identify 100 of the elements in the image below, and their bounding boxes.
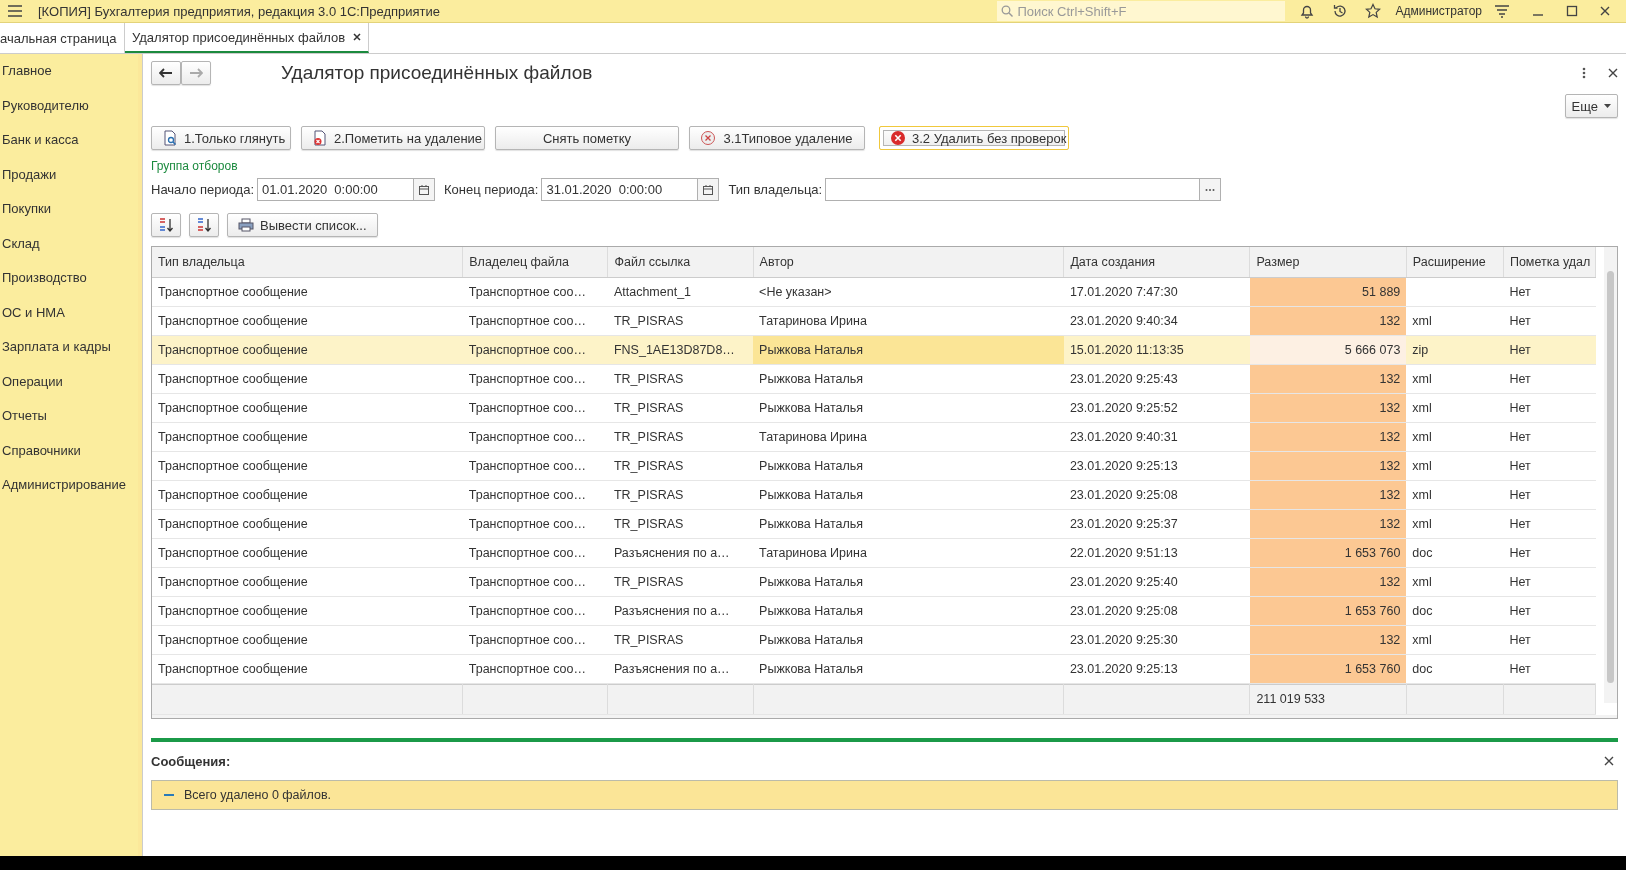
table-row[interactable]: Транспортное сообщение Транспортное соо… FNS_1AE13D87D8… Рыжкова Наталья 15.01.2020 11:13:35 5 666 073 zip Нет <box>152 335 1596 364</box>
table-row[interactable]: Транспортное сообщение Транспортное соо… TR_PISRAS Татаринова Ирина 23.01.2020 9:40:34 132 xml Нет <box>152 306 1596 335</box>
close-icon[interactable] <box>353 33 362 41</box>
settings-icon[interactable] <box>1494 4 1510 18</box>
table-row[interactable]: Транспортное сообщение Транспортное соо… TR_PISRAS Татаринова Ирина 23.01.2020 9:40:31 132 xml Нет <box>152 422 1596 451</box>
sort-button[interactable] <box>151 213 181 237</box>
tab[interactable]: ачальная страница <box>0 23 125 53</box>
sidebar-item[interactable]: Производство <box>0 268 138 303</box>
table-cell: Нет <box>1503 277 1596 306</box>
table-cell: 132 <box>1249 364 1407 393</box>
column-header[interactable]: Файл ссылка <box>607 247 754 277</box>
sidebar-item[interactable]: Администрирование <box>0 475 138 510</box>
table-cell: TR_PISRAS <box>607 480 754 509</box>
calendar-icon[interactable] <box>419 184 430 195</box>
ellipsis-icon[interactable] <box>1205 187 1216 192</box>
action-button[interactable]: 1.Только глянуть <box>151 126 291 150</box>
sort-button[interactable] <box>189 213 219 237</box>
back-button[interactable] <box>151 61 181 85</box>
tab[interactable]: Удалятор присоединённых файлов <box>125 23 370 53</box>
bell-icon[interactable] <box>1299 3 1316 19</box>
table-cell: Рыжкова Наталья <box>753 451 1064 480</box>
table-cell: 132 <box>1249 451 1407 480</box>
table-cell: Транспортное сообщение <box>152 277 463 306</box>
document-delete-icon <box>312 130 328 146</box>
close-icon[interactable] <box>1608 68 1618 78</box>
choice-field[interactable] <box>825 178 1222 201</box>
sidebar-item[interactable]: Отчеты <box>0 406 138 441</box>
table-row[interactable]: Транспортное сообщение Транспортное соо… Разъяснения по а… Рыжкова Наталья 23.01.2020 9:25:08 1 653 760 doc Нет <box>152 596 1596 625</box>
table-cell: doc <box>1406 538 1504 567</box>
action-button[interactable]: 2.Пометить на удаление <box>301 126 485 150</box>
table-cell: Рыжкова Наталья <box>753 480 1064 509</box>
kebab-menu-icon[interactable] <box>1582 67 1586 79</box>
table-cell: 22.01.2020 9:51:13 <box>1063 538 1250 567</box>
table-cell: Транспортное соо… <box>462 654 608 683</box>
sidebar-item[interactable]: Справочники <box>0 440 138 475</box>
action-button[interactable]: 3.2 Удалить без проверок <box>879 126 1069 150</box>
table-row[interactable]: Транспортное сообщение Транспортное соо… TR_PISRAS Рыжкова Наталья 23.01.2020 9:25:08 132 xml Нет <box>152 480 1596 509</box>
close-icon[interactable] <box>1604 756 1614 766</box>
column-header[interactable]: Дата создания <box>1063 247 1250 277</box>
table-cell: Разъяснения по а… <box>607 596 754 625</box>
calendar-icon[interactable] <box>703 184 714 195</box>
sidebar-item[interactable]: Покупки <box>0 199 138 234</box>
column-header[interactable]: Владелец файла <box>462 247 608 277</box>
vertical-scrollbar[interactable] <box>1604 247 1617 703</box>
table-row[interactable]: Транспортное сообщение Транспортное соо… TR_PISRAS Рыжкова Наталья 23.01.2020 9:25:30 132 xml Нет <box>152 625 1596 654</box>
sidebar-item[interactable]: Руководителю <box>0 95 138 130</box>
table-cell: xml <box>1406 393 1504 422</box>
action-button[interactable]: Снять пометку <box>495 126 679 150</box>
back-arrow-icon <box>159 68 173 78</box>
action-button[interactable]: 3.1Типовое удаление <box>689 126 865 150</box>
table-cell: Рыжкова Наталья <box>753 335 1064 364</box>
table-cell: Татаринова Ирина <box>753 422 1064 451</box>
table-row[interactable]: Транспортное сообщение Транспортное соо… TR_PISRAS Рыжкова Наталья 23.01.2020 9:25:37 132 xml Нет <box>152 509 1596 538</box>
filter-group-label: Группа отборов <box>151 159 239 173</box>
column-header[interactable]: Автор <box>753 247 1064 277</box>
table-cell: xml <box>1406 306 1504 335</box>
window-title: [КОПИЯ] Бухгалтерия предприятия, редакция 3.0 1С:Предприятие <box>38 3 441 19</box>
sidebar-item[interactable]: Банк и касса <box>0 130 138 165</box>
table-cell: 132 <box>1249 306 1407 335</box>
more-button[interactable]: Еще <box>1564 94 1618 118</box>
sidebar-item[interactable]: Главное <box>0 61 138 96</box>
sidebar-item[interactable]: Операции <box>0 371 138 406</box>
table-cell: xml <box>1406 364 1504 393</box>
table-row[interactable]: Транспортное сообщение Транспортное соо… TR_PISRAS Рыжкова Наталья 23.01.2020 9:25:40 132 xml Нет <box>152 567 1596 596</box>
sidebar-item[interactable]: ОС и НМА <box>0 302 138 337</box>
table-row[interactable]: Транспортное сообщение Транспортное соо… TR_PISRAS Рыжкова Наталья 23.01.2020 9:25:52 132 xml Нет <box>152 393 1596 422</box>
table-cell: Рыжкова Наталья <box>753 567 1064 596</box>
table-cell: 1 653 760 <box>1249 538 1407 567</box>
table-row[interactable]: Транспортное сообщение Транспортное соо… Разъяснения по а… Рыжкова Наталья 23.01.2020 9:25:13 1 653 760 doc Нет <box>152 654 1596 683</box>
table-row[interactable]: Транспортное сообщение Транспортное соо… TR_PISRAS Рыжкова Наталья 23.01.2020 9:25:43 132 xml Нет <box>152 364 1596 393</box>
table-row[interactable]: Транспортное сообщение Транспортное соо… Attachment_1 <Не указан> 17.01.2020 7:47:30 51 889 Нет <box>152 277 1596 306</box>
sidebar-item[interactable]: Склад <box>0 233 138 268</box>
table-row[interactable]: Транспортное сообщение Транспортное соо… TR_PISRAS Рыжкова Наталья 23.01.2020 9:25:13 132 xml Нет <box>152 451 1596 480</box>
sidebar-item[interactable]: Зарплата и кадры <box>0 337 138 372</box>
date-field[interactable]: 31.01.2020 0:00:00 <box>541 178 720 201</box>
table-cell: Рыжкова Наталья <box>753 654 1064 683</box>
column-header[interactable]: Расширение <box>1406 247 1504 277</box>
table-cell: FNS_1AE13D87D8… <box>607 335 754 364</box>
date-field[interactable]: 01.01.2020 0:00:00 <box>257 178 436 201</box>
caret-icon <box>1604 104 1611 108</box>
star-icon[interactable] <box>1365 3 1382 19</box>
table-cell: Транспортное сообщение <box>152 654 463 683</box>
column-header[interactable]: Тип владельца <box>152 247 463 277</box>
table-cell: Нет <box>1503 654 1596 683</box>
history-icon[interactable] <box>1332 3 1349 19</box>
table-cell: 23.01.2020 9:25:13 <box>1063 451 1250 480</box>
table-cell: Транспортное соо… <box>462 335 608 364</box>
user-name[interactable]: Администратор <box>1395 4 1482 18</box>
column-header[interactable]: Размер <box>1249 247 1407 277</box>
table-row[interactable]: Транспортное сообщение Транспортное соо… Разъяснения по а… Татаринова Ирина 22.01.2020 9:51:13 1 653 760 doc Нет <box>152 538 1596 567</box>
table-cell: Нет <box>1503 625 1596 654</box>
column-header[interactable]: Пометка удал <box>1503 247 1596 277</box>
table-cell: Транспортное соо… <box>462 625 608 654</box>
table-cell: Татаринова Ирина <box>753 306 1064 335</box>
close-icon[interactable] <box>1600 6 1610 16</box>
table-cell: Транспортное соо… <box>462 422 608 451</box>
sidebar-item[interactable]: Продажи <box>0 164 138 199</box>
maximize-icon[interactable] <box>1566 5 1578 17</box>
menu-icon[interactable] <box>8 5 22 17</box>
output-list-button[interactable]: Вывести список... <box>227 213 378 237</box>
